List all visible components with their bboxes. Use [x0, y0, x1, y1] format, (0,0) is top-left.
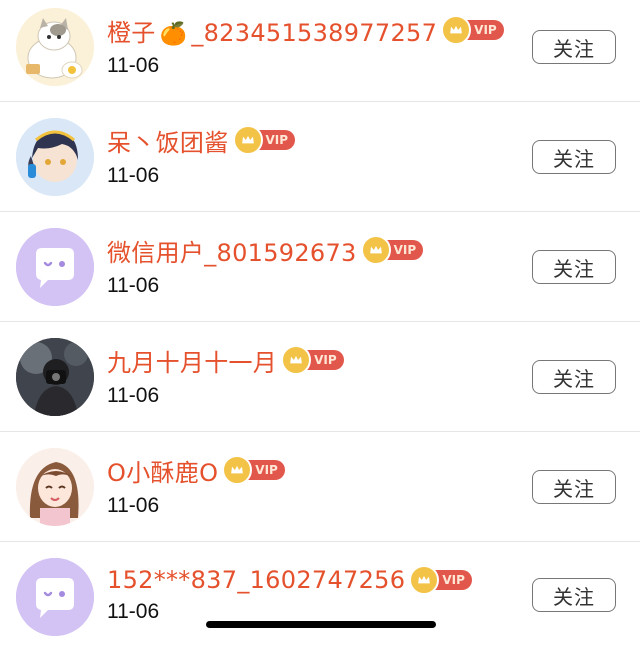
follow-date: 11-06 — [107, 164, 160, 187]
username-line: 呆丶饭团酱 VIP — [107, 122, 296, 158]
list-item[interactable]: 微信用户_801592673 VIP 11-06 关注 — [0, 212, 640, 322]
follow-date: 11-06 — [107, 274, 160, 297]
crown-icon — [232, 125, 263, 155]
crown-icon — [281, 345, 312, 375]
follow-button[interactable]: 关注 — [532, 30, 616, 64]
username[interactable]: 九月十月十一月 — [107, 343, 277, 378]
username-line: 九月十月十一月 VIP — [107, 342, 344, 378]
list-item[interactable]: O小酥鹿O VIP 11-06 关注 — [0, 432, 640, 542]
follow-button[interactable]: 关注 — [532, 140, 616, 174]
follow-button[interactable]: 关注 — [532, 578, 616, 612]
username[interactable]: 呆丶饭团酱 — [107, 123, 229, 158]
list-item[interactable]: 152***837_1602747256 VIP 11-06 关注 — [0, 542, 640, 652]
crown-icon — [360, 235, 391, 265]
follow-date: 11-06 — [107, 384, 160, 407]
vip-badge: VIP — [232, 125, 296, 155]
anime-girl-avatar[interactable] — [16, 448, 94, 526]
username[interactable]: 微信用户_801592673 — [107, 233, 357, 268]
list-item[interactable]: 呆丶饭团酱 VIP 11-06 关注 — [0, 102, 640, 212]
username[interactable]: O小酥鹿O — [107, 453, 218, 488]
follow-button[interactable]: 关注 — [532, 470, 616, 504]
anime-boy-avatar[interactable] — [16, 118, 94, 196]
crown-icon — [409, 565, 440, 595]
orange-emoji-icon: 🍊 — [159, 21, 188, 47]
home-indicator[interactable] — [206, 621, 436, 628]
follow-date: 11-06 — [107, 494, 160, 517]
photographer-avatar[interactable] — [16, 338, 94, 416]
follow-button[interactable]: 关注 — [532, 360, 616, 394]
list-item[interactable]: 橙子 🍊 _823451538977257 VIP 11-06 关注 — [0, 0, 640, 102]
username-line: 152***837_1602747256 VIP — [107, 562, 472, 598]
default-chat-avatar[interactable] — [16, 228, 94, 306]
vip-badge: VIP — [222, 455, 285, 485]
default-chat-avatar[interactable] — [16, 558, 94, 636]
vip-badge: VIP — [360, 235, 424, 265]
username[interactable]: 152***837_1602747256 — [107, 566, 405, 594]
follow-date: 11-06 — [107, 600, 160, 623]
follow-date: 11-06 — [107, 54, 160, 77]
crown-icon — [222, 455, 253, 485]
username-line: O小酥鹿O VIP — [107, 452, 285, 488]
vip-badge: VIP — [409, 565, 472, 595]
vip-badge: VIP — [281, 345, 344, 375]
vip-badge: VIP — [441, 15, 504, 45]
username-line: 橙子 🍊 _823451538977257 VIP — [107, 12, 504, 48]
username-line: 微信用户_801592673 VIP — [107, 232, 424, 268]
follow-button[interactable]: 关注 — [532, 250, 616, 284]
username[interactable]: 橙子 🍊 _823451538977257 — [107, 13, 437, 48]
cat-avatar[interactable] — [16, 8, 94, 86]
list-item[interactable]: 九月十月十一月 VIP 11-06 关注 — [0, 322, 640, 432]
crown-icon — [441, 15, 472, 45]
